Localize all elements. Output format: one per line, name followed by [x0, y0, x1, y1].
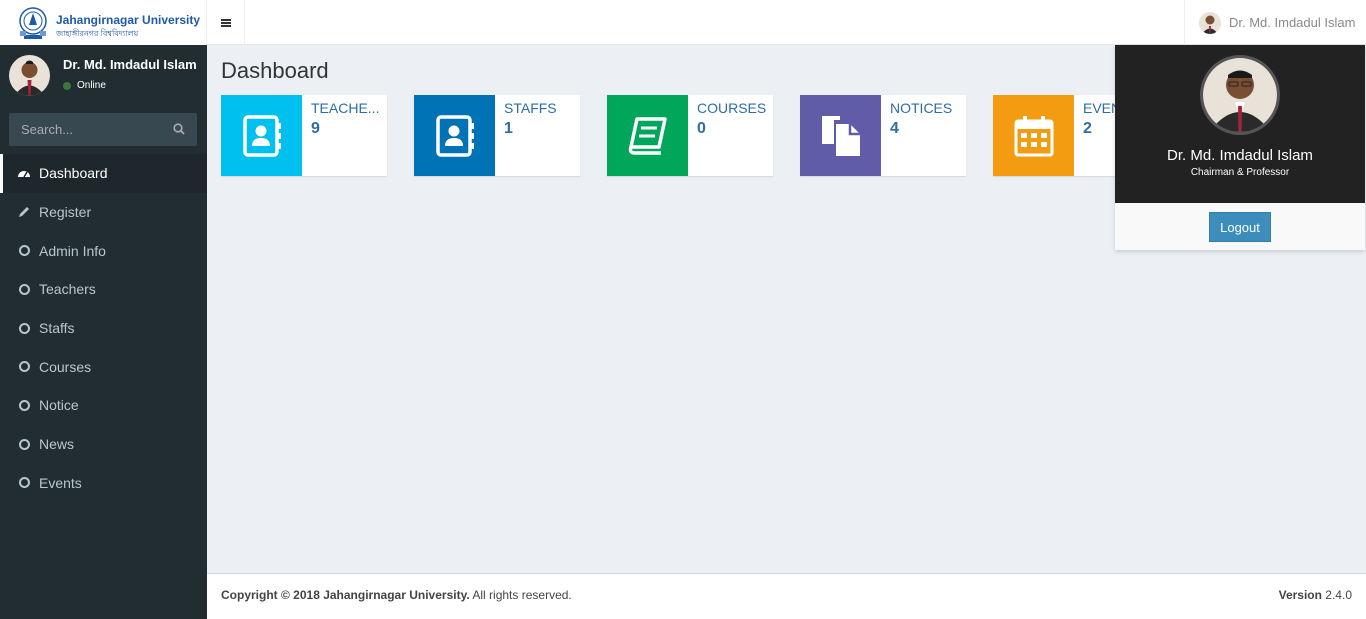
version-value: 2.4.0 [1321, 588, 1352, 602]
info-box-label: NOTICES [890, 100, 953, 116]
copyright-bold: Copyright © 2018 Jahangirnagar Universit… [221, 588, 470, 602]
logo-title: Jahangirnagar University [56, 13, 201, 27]
dropdown-user-role: Chairman & Professor [1190, 167, 1290, 178]
header-user-name: Dr. Md. Imdadul Islam [1229, 15, 1356, 30]
circle-icon [17, 282, 31, 296]
info-box-notices[interactable]: NOTICES 4 [800, 95, 966, 176]
sidebar-item-courses[interactable]: Courses [0, 347, 207, 386]
university-emblem-icon [19, 7, 47, 39]
avatar [1200, 55, 1280, 135]
pencil-icon [17, 205, 31, 219]
hamburger-icon [220, 18, 231, 27]
sidebar-item-news[interactable]: News [0, 425, 207, 464]
sidebar-item-events[interactable]: Events [0, 464, 207, 503]
address-book-icon [414, 95, 495, 176]
sidebar-menu: Dashboard Register Admin Info Teachers S… [0, 154, 207, 502]
sidebar-item-dashboard[interactable]: Dashboard [0, 154, 207, 193]
dropdown-user-name: Dr. Md. Imdadul Islam [1167, 147, 1313, 164]
circle-icon [17, 398, 31, 412]
info-box-label: STAFFS [504, 100, 557, 116]
circle-icon [17, 437, 31, 451]
page-title: Dashboard [221, 58, 329, 83]
sidebar-item-label: Staffs [39, 320, 75, 337]
online-dot-icon [63, 81, 71, 90]
info-box-teachers[interactable]: TEACHE... 9 [221, 95, 387, 176]
info-box-courses[interactable]: COURSES 0 [607, 95, 773, 176]
circle-icon [17, 321, 31, 335]
circle-icon [17, 244, 31, 258]
user-menu-button[interactable]: Dr. Md. Imdadul Islam [1184, 0, 1366, 45]
user-panel: Dr. Md. Imdadul Islam Online [0, 45, 207, 105]
logo-subtitle: জাহাঙ্গীরনগর বিশ্ববিদ্যালয় [56, 29, 139, 38]
files-icon [800, 95, 881, 176]
user-header: Dr. Md. Imdadul Islam Chairman & Profess… [1115, 45, 1365, 203]
info-box-number: 0 [697, 120, 706, 137]
circle-icon [17, 476, 31, 490]
sidebar-item-label: Notice [39, 397, 79, 414]
sidebar-item-label: Register [39, 204, 92, 221]
address-book-icon [221, 95, 302, 176]
sidebar-item-label: Courses [39, 358, 92, 375]
copyright-text: Copyright © 2018 Jahangirnagar Universit… [221, 588, 572, 602]
version-label: Version [1278, 588, 1322, 602]
user-dropdown: Dr. Md. Imdadul Islam Chairman & Profess… [1115, 45, 1365, 250]
info-box-number: 1 [504, 120, 513, 137]
version-text: Version 2.4.0 [1279, 588, 1352, 602]
avatar [9, 55, 50, 96]
search-box [9, 113, 197, 146]
sidebar-item-staffs[interactable]: Staffs [0, 309, 207, 348]
page-footer: Copyright © 2018 Jahangirnagar Universit… [207, 573, 1366, 619]
sidebar-item-label: Admin Info [39, 242, 106, 259]
sidebar-item-admin-info[interactable]: Admin Info [0, 231, 207, 270]
sidebar-item-register[interactable]: Register [0, 193, 207, 232]
sidebar-item-label: Events [39, 474, 82, 491]
calendar-icon [993, 95, 1074, 176]
avatar [1199, 11, 1221, 34]
status-text: Online [77, 80, 106, 91]
sidebar-user-name: Dr. Md. Imdadul Islam [63, 57, 197, 72]
user-footer: Logout [1115, 203, 1365, 250]
info-box-number: 9 [311, 120, 320, 137]
info-box-number: 4 [890, 120, 899, 137]
book-icon [607, 95, 688, 176]
logout-button[interactable]: Logout [1209, 212, 1271, 242]
copyright-rest: All rights reserved. [469, 588, 572, 602]
search-icon[interactable] [173, 123, 185, 135]
info-box-staffs[interactable]: STAFFS 1 [414, 95, 580, 176]
sidebar-item-notice[interactable]: Notice [0, 386, 207, 425]
info-box-label: TEACHE... [311, 100, 380, 116]
info-box-label: COURSES [697, 100, 767, 116]
circle-icon [17, 360, 31, 374]
top-header: Jahangirnagar University জাহাঙ্গীরনগর বি… [0, 0, 1366, 45]
status-badge: Online [63, 80, 106, 91]
dashboard-icon [17, 166, 31, 180]
sidebar-toggle-button[interactable] [207, 0, 245, 45]
sidebar: Dr. Md. Imdadul Islam Online Dashboard R… [0, 45, 207, 619]
info-box-number: 2 [1083, 120, 1092, 137]
sidebar-item-label: Dashboard [39, 165, 108, 182]
logo[interactable]: Jahangirnagar University জাহাঙ্গীরনগর বি… [0, 0, 207, 45]
sidebar-item-label: News [39, 436, 75, 453]
sidebar-item-teachers[interactable]: Teachers [0, 270, 207, 309]
sidebar-item-label: Teachers [39, 281, 96, 298]
search-input[interactable] [9, 113, 159, 146]
